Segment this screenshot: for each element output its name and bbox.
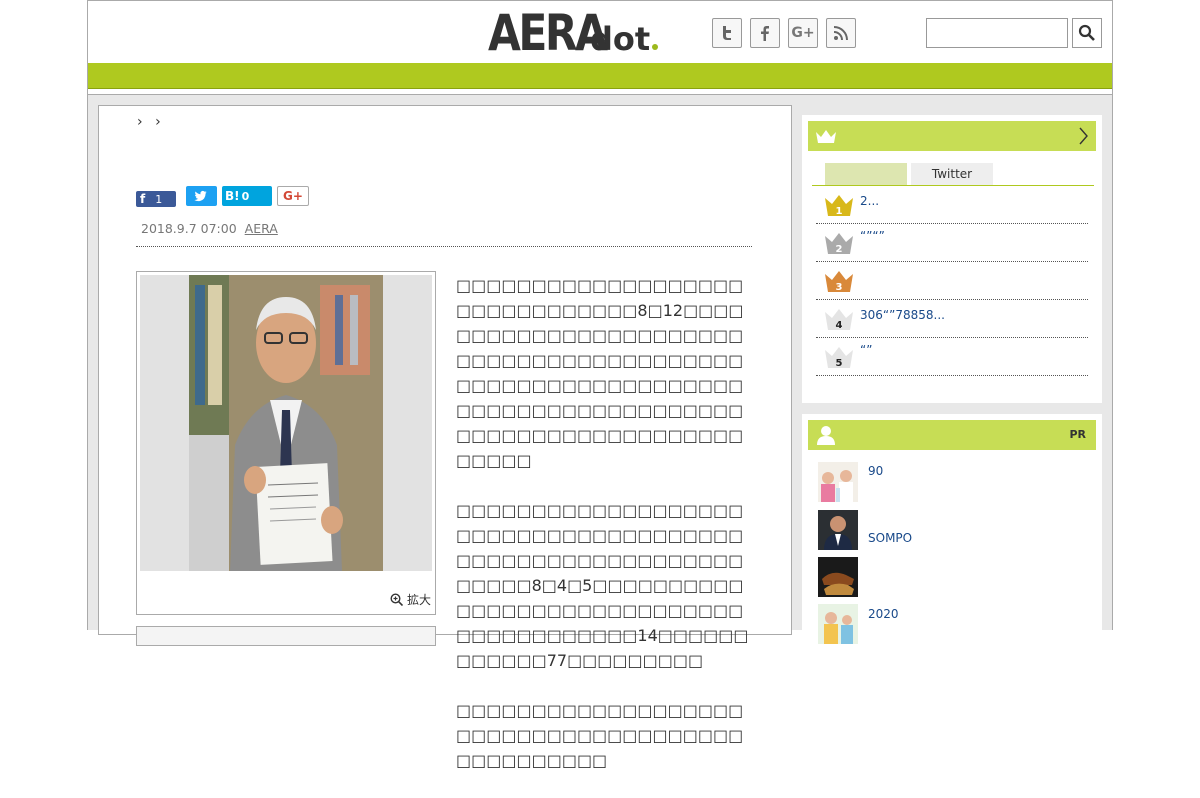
pr-thumbnail[interactable] bbox=[818, 557, 858, 597]
article-photo-secondary[interactable] bbox=[136, 626, 436, 646]
content-area: › › f 1 B! 0 G+ 2018.9.7 07:00 AERA 拡大 □… bbox=[88, 94, 1112, 770]
rss-icon[interactable] bbox=[826, 18, 856, 48]
rank-2-crown-icon: 2 bbox=[825, 233, 853, 255]
google-plus-icon[interactable]: G+ bbox=[788, 18, 818, 48]
chevron-right-icon[interactable] bbox=[1078, 127, 1088, 145]
tab-twitter[interactable]: Twitter bbox=[911, 163, 993, 185]
page-frame: AERA dot G+ › › f 1 B! 0 G+ 2018.9.7 07:… bbox=[87, 0, 1113, 770]
logo-aera-text: AERA bbox=[488, 4, 608, 62]
svg-text:1: 1 bbox=[836, 206, 843, 217]
hatena-label: B! bbox=[225, 189, 240, 203]
article-paragraph: □□□□□□□□□□□□□□□□□□□□□□□□□□□□□□□□□□□□□□□□… bbox=[456, 701, 744, 770]
enlarge-button[interactable]: 拡大 bbox=[390, 591, 431, 608]
article-body: □□□□□□□□□□□□□□□□□□□□□□□□□□□□□□□8□12□□□□□… bbox=[456, 273, 752, 798]
breadcrumb-sep: › bbox=[137, 114, 143, 130]
hatena-bookmark-button[interactable]: B! 0 bbox=[222, 186, 272, 206]
pr-item-title[interactable]: 2020 bbox=[868, 607, 899, 621]
pr-header: PR bbox=[808, 420, 1096, 450]
facebook-share-count: 1 bbox=[155, 192, 163, 206]
ranking-item-title: “”“” bbox=[860, 229, 885, 243]
ranking-item[interactable]: 1 2... bbox=[816, 186, 1088, 224]
svg-text:2: 2 bbox=[836, 244, 843, 255]
article-paragraph: □□□□□□□□□□□□□□□□□□□□□□□□□□□□□□□8□12□□□□□… bbox=[456, 276, 744, 470]
logo-period-mark bbox=[652, 44, 659, 50]
hatena-count: 0 bbox=[241, 189, 250, 203]
breadcrumb-sep: › bbox=[155, 114, 161, 130]
article-photo[interactable]: 拡大 bbox=[136, 271, 436, 615]
google-plus-glyph: G+ bbox=[791, 25, 815, 41]
photo-background bbox=[140, 275, 432, 571]
ranking-item[interactable]: 2 “”“” bbox=[816, 224, 1088, 262]
article-date: 2018.9.7 07:00 bbox=[141, 221, 237, 236]
facebook-icon[interactable] bbox=[750, 18, 780, 48]
ranking-item-title: “” bbox=[860, 343, 873, 357]
pr-item-title[interactable]: 90 bbox=[868, 464, 883, 478]
divider bbox=[136, 246, 752, 247]
photo-image bbox=[189, 275, 383, 571]
site-logo[interactable]: AERA dot bbox=[488, 4, 659, 62]
zoom-in-icon bbox=[390, 593, 404, 607]
twitter-bird-icon bbox=[194, 190, 207, 202]
svg-text:3: 3 bbox=[836, 282, 843, 293]
rank-1-crown-icon: 1 bbox=[825, 195, 853, 217]
ranking-item-title: 306“”78858... bbox=[860, 308, 945, 322]
facebook-share-button[interactable]: f 1 bbox=[136, 191, 176, 207]
person-icon bbox=[817, 426, 835, 445]
search-icon bbox=[1078, 24, 1095, 41]
enlarge-label: 拡大 bbox=[406, 593, 431, 607]
rank-4-crown-icon: 4 bbox=[825, 309, 853, 331]
crown-icon bbox=[816, 130, 836, 143]
facebook-icon: f bbox=[140, 192, 146, 206]
ranking-item[interactable]: 3 bbox=[816, 262, 1088, 300]
article-main: › › f 1 B! 0 G+ 2018.9.7 07:00 AERA 拡大 □… bbox=[98, 105, 792, 770]
article-date-line: 2018.9.7 07:00 AERA bbox=[141, 221, 278, 236]
pr-thumbnail[interactable] bbox=[818, 462, 858, 502]
global-nav-bar bbox=[88, 63, 1112, 89]
search-button[interactable] bbox=[1072, 18, 1102, 48]
pr-item-title[interactable]: SOMPO bbox=[868, 531, 912, 545]
tab-ranking-default[interactable] bbox=[825, 163, 907, 185]
pr-thumbnail[interactable] bbox=[818, 604, 858, 644]
google-plus-share-label: G+ bbox=[283, 189, 303, 203]
rank-3-crown-icon: 3 bbox=[825, 271, 853, 293]
tweet-button[interactable] bbox=[186, 186, 217, 206]
ranking-item-title: 2... bbox=[860, 194, 880, 208]
article-paragraph: □□□□□□□□□□□□□□□□□□□□□□□□□□□□□□□□□□□□□□□□… bbox=[456, 501, 749, 670]
pr-thumbnail[interactable] bbox=[818, 510, 858, 550]
article-source-link[interactable]: AERA bbox=[245, 221, 278, 236]
ranking-header bbox=[808, 121, 1096, 151]
twitter-icon[interactable] bbox=[712, 18, 742, 48]
google-plus-share-button[interactable]: G+ bbox=[277, 186, 309, 206]
rank-5-crown-icon: 5 bbox=[825, 347, 853, 369]
pr-label: PR bbox=[1069, 428, 1086, 441]
breadcrumb: › › bbox=[137, 114, 161, 130]
ranking-item[interactable]: 5 “” bbox=[816, 338, 1088, 376]
search-input[interactable] bbox=[926, 18, 1068, 48]
pr-panel: PR 90 SOMPO 2020 bbox=[802, 414, 1102, 644]
site-header: AERA dot G+ bbox=[88, 0, 1112, 63]
ranking-panel: Twitter 1 2... 2 “”“” 3 4 306“”78858... … bbox=[802, 115, 1102, 403]
ranking-item[interactable]: 4 306“”78858... bbox=[816, 300, 1088, 338]
svg-text:4: 4 bbox=[836, 320, 843, 331]
svg-text:5: 5 bbox=[836, 358, 843, 369]
